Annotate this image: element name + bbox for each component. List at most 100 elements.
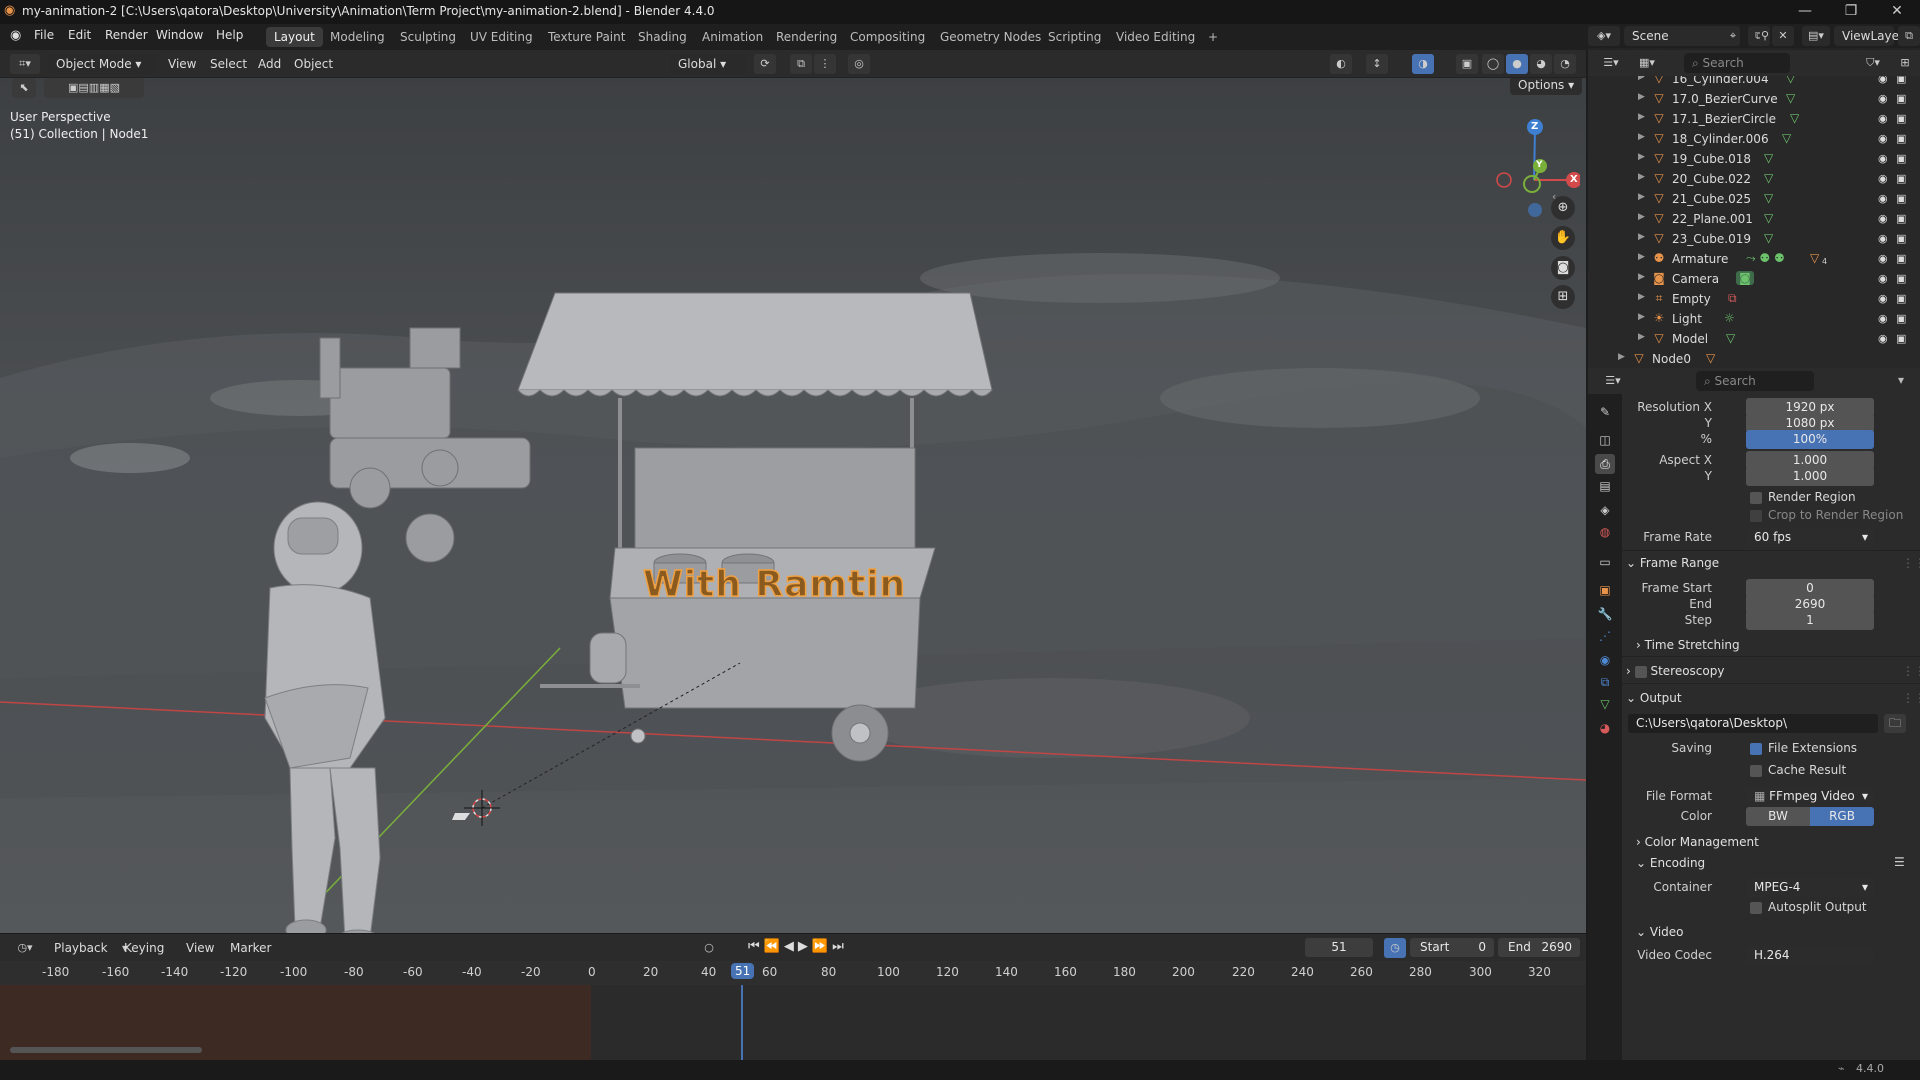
outliner-row[interactable]: ▶ ▽ 21_Cube.025 ▽ ◉ ▣ bbox=[1588, 189, 1920, 209]
ortho-grid-icon[interactable]: ⊞ bbox=[1551, 285, 1575, 309]
outliner-row[interactable]: ▶ ⚉ Armature ⤳ ⚉ ⚉ ▽ 4 ◉ ▣ bbox=[1588, 249, 1920, 269]
object-name[interactable]: Node0 bbox=[1652, 352, 1691, 366]
tab-sculpting[interactable]: Sculpting bbox=[392, 27, 464, 47]
gizmo-toggle-icon[interactable]: ↕ bbox=[1366, 54, 1388, 74]
eye-icon[interactable]: ◉ bbox=[1878, 92, 1888, 105]
menu-window[interactable]: Window bbox=[156, 28, 203, 42]
render-tab-icon[interactable]: ◫ bbox=[1595, 430, 1615, 450]
tab-video-editing[interactable]: Video Editing bbox=[1108, 27, 1203, 47]
output-tab-icon[interactable]: ⎙ bbox=[1595, 454, 1615, 474]
camera-render-icon[interactable]: ▣ bbox=[1896, 152, 1906, 165]
camera-render-icon[interactable]: ▣ bbox=[1896, 292, 1906, 305]
video-header[interactable]: ⌄ Video bbox=[1636, 925, 1684, 939]
delete-scene-icon[interactable]: ✕ bbox=[1772, 26, 1794, 46]
properties-editor-type-icon[interactable]: ☰▾ bbox=[1598, 371, 1628, 391]
object-name[interactable]: 17.1_BezierCircle bbox=[1672, 112, 1776, 126]
eye-icon[interactable]: ◉ bbox=[1878, 232, 1888, 245]
frame-rate-dropdown[interactable]: 60 fps ▾ bbox=[1746, 528, 1874, 547]
snap-target-icon[interactable]: ⋮ bbox=[814, 54, 836, 74]
outliner-row[interactable]: ▶ ▽ 20_Cube.022 ▽ ◉ ▣ bbox=[1588, 169, 1920, 189]
cache-result-checkbox[interactable] bbox=[1750, 765, 1762, 777]
tool-tab-icon[interactable]: ✎ bbox=[1595, 402, 1615, 422]
properties-panel[interactable]: Resolution X 1920 px Y 1080 px % 100% As… bbox=[1622, 394, 1920, 1060]
time-stretching-header[interactable]: › Time Stretching bbox=[1636, 638, 1740, 652]
playhead-frame-label[interactable]: 51 bbox=[731, 963, 755, 979]
object-name[interactable]: 18_Cylinder.006 bbox=[1672, 132, 1769, 146]
timeline-area[interactable] bbox=[0, 985, 1586, 1060]
mesh-child-icon[interactable]: ▽ bbox=[1810, 251, 1819, 265]
add-workspace-icon[interactable]: + bbox=[1200, 27, 1226, 47]
stereoscopy-checkbox[interactable] bbox=[1634, 665, 1647, 678]
mesh-data-icon[interactable]: ▽ bbox=[1764, 151, 1773, 165]
camera-render-icon[interactable]: ▣ bbox=[1896, 92, 1906, 105]
mode-dropdown[interactable]: Object Mode ▾ bbox=[48, 54, 156, 74]
end-frame-field[interactable]: End 2690 bbox=[1498, 938, 1580, 957]
select-tool-icon[interactable]: ⬉ bbox=[12, 78, 36, 98]
view-layer-icon[interactable]: ▤▾ bbox=[1802, 26, 1830, 46]
scene-tab-icon[interactable]: ◈ bbox=[1595, 500, 1615, 520]
tab-compositing[interactable]: Compositing bbox=[842, 27, 933, 47]
panel-options-icon[interactable]: ▾ bbox=[1898, 373, 1904, 387]
expand-arrow-icon[interactable]: ▶ bbox=[1618, 352, 1625, 362]
menu-object[interactable]: Object bbox=[288, 54, 339, 74]
mesh-data-icon[interactable]: ▽ bbox=[1782, 131, 1791, 145]
mesh-data-icon[interactable]: ▽ bbox=[1786, 91, 1795, 105]
color-bw-button[interactable]: BW bbox=[1746, 807, 1810, 826]
object-name[interactable]: Camera bbox=[1672, 272, 1719, 286]
mesh-data-icon[interactable]: ▽ bbox=[1764, 191, 1773, 205]
tab-uv-editing[interactable]: UV Editing bbox=[462, 27, 541, 47]
mesh-data-icon[interactable]: ▽ bbox=[1706, 351, 1715, 365]
rendered-shading-icon[interactable]: ◔ bbox=[1554, 54, 1576, 74]
properties-search-input[interactable]: ⌕ Search bbox=[1696, 371, 1814, 391]
wireframe-shading-icon[interactable]: ◯ bbox=[1482, 54, 1504, 74]
object-name[interactable]: Empty bbox=[1672, 292, 1711, 306]
close-button[interactable]: ✕ bbox=[1874, 0, 1920, 24]
camera-render-icon[interactable]: ▣ bbox=[1896, 192, 1906, 205]
eye-icon[interactable]: ◉ bbox=[1878, 112, 1888, 125]
tab-modeling[interactable]: Modeling bbox=[322, 27, 393, 47]
constraint-icon[interactable]: ⧉ bbox=[1728, 291, 1737, 306]
expand-arrow-icon[interactable]: ▶ bbox=[1638, 76, 1645, 82]
autosplit-checkbox[interactable] bbox=[1750, 902, 1762, 914]
camera-view-icon[interactable]: ◙ bbox=[1551, 256, 1575, 280]
tab-layout[interactable]: Layout bbox=[266, 27, 323, 47]
playback-controls-icon[interactable]: ⏮⏪◀▶⏩⏭ bbox=[748, 939, 848, 954]
eye-icon[interactable]: ◉ bbox=[1878, 292, 1888, 305]
render-region-checkbox[interactable] bbox=[1750, 492, 1762, 504]
camera-render-icon[interactable]: ▣ bbox=[1896, 332, 1906, 345]
eye-icon[interactable]: ◉ bbox=[1878, 132, 1888, 145]
timeline-ruler[interactable]: -180 -160 -140 -120 -100 -80 -60 -40 -20… bbox=[0, 961, 1586, 985]
menu-timeline-view[interactable]: View bbox=[180, 938, 220, 958]
world-tab-icon[interactable]: ◍ bbox=[1595, 522, 1615, 542]
menu-edit[interactable]: Edit bbox=[68, 28, 91, 42]
camera-render-icon[interactable]: ▣ bbox=[1896, 172, 1906, 185]
material-tab-icon[interactable]: ◕ bbox=[1595, 718, 1615, 738]
outliner-row[interactable]: ▶ ▽ 17.0_BezierCurve ▽ ◉ ▣ bbox=[1588, 89, 1920, 109]
expand-arrow-icon[interactable]: ▶ bbox=[1638, 252, 1645, 262]
options-dropdown[interactable]: Options ▾ bbox=[1510, 78, 1582, 95]
expand-arrow-icon[interactable]: ▶ bbox=[1638, 152, 1645, 162]
object-name[interactable]: Armature bbox=[1672, 252, 1728, 266]
menu-playback[interactable]: Playback bbox=[48, 938, 114, 958]
new-collection-icon[interactable]: ⊞ bbox=[1894, 53, 1916, 73]
tab-rendering[interactable]: Rendering bbox=[768, 27, 845, 47]
expand-arrow-icon[interactable]: ▶ bbox=[1638, 192, 1645, 202]
frame-range-header[interactable]: ⌄ Frame Range bbox=[1626, 556, 1719, 570]
outliner-row[interactable]: ▶ ▽ Model ▽ ◉ ▣ bbox=[1588, 329, 1920, 349]
outliner-row[interactable]: ▶ ◙ Camera ◙ ◉ ▣ bbox=[1588, 269, 1920, 289]
mesh-data-icon[interactable]: ▽ bbox=[1764, 211, 1773, 225]
pivot-icon[interactable]: ⟳ bbox=[754, 54, 776, 74]
playhead-line[interactable] bbox=[741, 985, 743, 1060]
expand-arrow-icon[interactable]: ▶ bbox=[1638, 132, 1645, 142]
color-rgb-button[interactable]: RGB bbox=[1810, 807, 1874, 826]
camera-render-icon[interactable]: ▣ bbox=[1896, 76, 1906, 85]
start-frame-field[interactable]: Start 0 bbox=[1410, 938, 1494, 957]
new-view-layer-icon[interactable]: ⧉ bbox=[1898, 26, 1920, 46]
menu-file[interactable]: File bbox=[34, 28, 54, 42]
physics-tab-icon[interactable]: ◉ bbox=[1595, 650, 1615, 670]
drag-handle-icon[interactable]: ⋮⋮ bbox=[1902, 556, 1920, 570]
video-codec-dropdown[interactable]: H.264 bbox=[1746, 946, 1874, 965]
expand-arrow-icon[interactable]: ▶ bbox=[1638, 172, 1645, 182]
file-format-dropdown[interactable]: ▦ FFmpeg Video ▾ bbox=[1746, 787, 1874, 806]
snap-icon[interactable]: ⧉ bbox=[790, 54, 812, 74]
